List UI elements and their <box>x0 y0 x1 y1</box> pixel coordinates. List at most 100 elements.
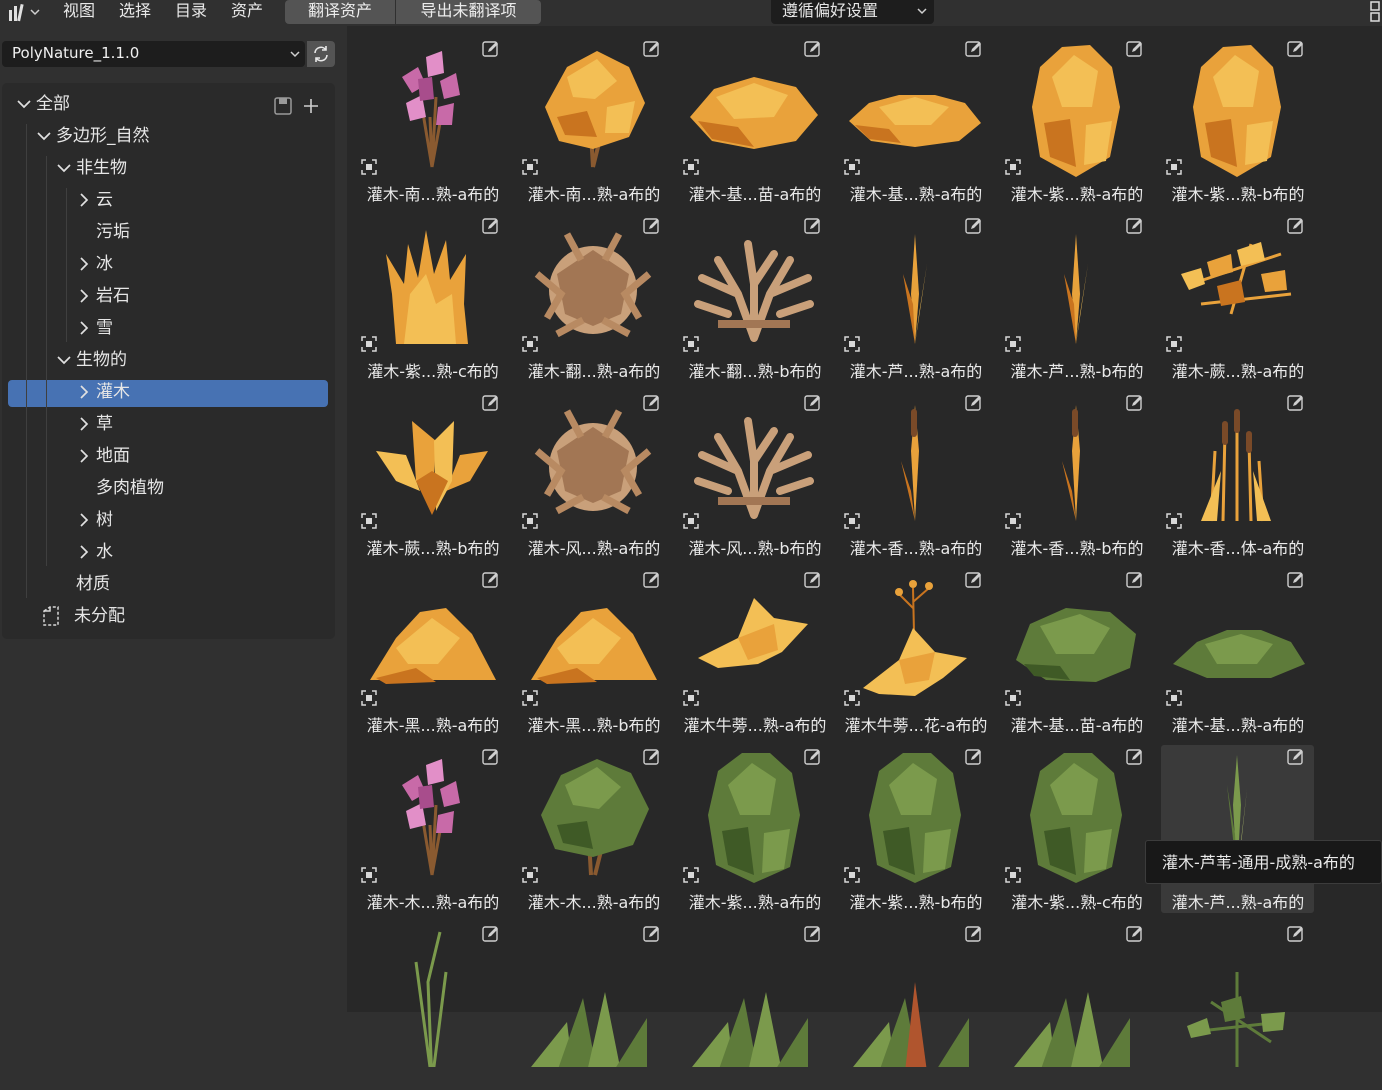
edit-asset-icon[interactable] <box>803 747 823 767</box>
asset-tile[interactable]: 灌木-南...熟-a布的 <box>356 37 509 205</box>
asset-tile[interactable]: 灌木-基...苗-a布的 <box>678 37 831 205</box>
select-asset-icon[interactable] <box>1165 158 1183 176</box>
asset-tile[interactable]: 灌木-紫...熟-c布的 <box>356 214 509 382</box>
tree-item[interactable]: 未分配 <box>36 603 125 629</box>
tree-item[interactable]: 灌木 <box>76 379 130 405</box>
asset-tile[interactable]: 灌木-翻...熟-a布的 <box>517 214 670 382</box>
tree-item[interactable]: 草 <box>76 411 113 437</box>
select-asset-icon[interactable] <box>843 689 861 707</box>
edit-asset-icon[interactable] <box>642 570 662 590</box>
select-asset-icon[interactable] <box>1165 512 1183 530</box>
edit-asset-icon[interactable] <box>1286 747 1306 767</box>
edit-asset-icon[interactable] <box>642 747 662 767</box>
edit-asset-icon[interactable] <box>481 570 501 590</box>
chevron-right-icon[interactable] <box>76 384 92 400</box>
chevron-right-icon[interactable] <box>76 512 92 528</box>
tree-item[interactable]: 材质 <box>56 571 110 597</box>
tree-item[interactable]: 地面 <box>76 443 130 469</box>
asset-tile[interactable] <box>356 922 509 1090</box>
select-asset-icon[interactable] <box>682 512 700 530</box>
edit-asset-icon[interactable] <box>964 39 984 59</box>
select-asset-icon[interactable] <box>682 866 700 884</box>
select-asset-icon[interactable] <box>521 689 539 707</box>
tree-item[interactable]: 非生物 <box>56 155 127 181</box>
edit-asset-icon[interactable] <box>481 393 501 413</box>
asset-tile[interactable]: 灌木-木...熟-a布的 <box>356 745 509 913</box>
edit-asset-icon[interactable] <box>642 216 662 236</box>
asset-tile[interactable]: 灌木-蕨...熟-a布的 <box>1161 214 1314 382</box>
edit-asset-icon[interactable] <box>642 39 662 59</box>
asset-tile[interactable]: 灌木-风...熟-a布的 <box>517 391 670 559</box>
edit-asset-icon[interactable] <box>1125 39 1145 59</box>
chevron-right-icon[interactable] <box>76 288 92 304</box>
edit-asset-icon[interactable] <box>1286 393 1306 413</box>
asset-tile[interactable]: 灌木-紫...熟-b布的 <box>839 745 992 913</box>
select-asset-icon[interactable] <box>521 866 539 884</box>
edit-asset-icon[interactable] <box>1286 924 1306 944</box>
menu-catalog[interactable]: 目录 <box>175 0 207 24</box>
asset-tile[interactable]: 灌木-香...熟-b布的 <box>1000 391 1153 559</box>
edit-asset-icon[interactable] <box>803 39 823 59</box>
select-asset-icon[interactable] <box>1004 335 1022 353</box>
select-asset-icon[interactable] <box>1004 158 1022 176</box>
add-catalog-icon[interactable] <box>301 96 321 116</box>
select-asset-icon[interactable] <box>1004 866 1022 884</box>
asset-tile[interactable]: 灌木-基...熟-a布的 <box>1161 568 1314 736</box>
tree-item[interactable]: 污垢 <box>76 219 130 245</box>
tree-item[interactable]: 多边形_自然 <box>36 123 150 149</box>
edit-asset-icon[interactable] <box>1125 924 1145 944</box>
save-catalog-icon[interactable] <box>273 96 293 116</box>
edit-asset-icon[interactable] <box>481 924 501 944</box>
asset-tile[interactable]: 灌木-芦...熟-a布的 <box>1161 745 1314 913</box>
translate-assets-button[interactable]: 翻译资产 <box>285 0 395 24</box>
chevron-down-icon[interactable] <box>56 160 72 176</box>
asset-tile[interactable]: 灌木牛蒡...熟-a布的 <box>678 568 831 736</box>
asset-tile[interactable]: 灌木-香...体-a布的 <box>1161 391 1314 559</box>
tree-item[interactable]: 冰 <box>76 251 113 277</box>
edit-asset-icon[interactable] <box>964 393 984 413</box>
asset-tile[interactable]: 灌木-芦...熟-a布的 <box>839 214 992 382</box>
asset-tile[interactable] <box>1000 922 1153 1090</box>
edit-asset-icon[interactable] <box>964 570 984 590</box>
select-asset-icon[interactable] <box>1004 512 1022 530</box>
select-asset-icon[interactable] <box>521 335 539 353</box>
edit-asset-icon[interactable] <box>1286 216 1306 236</box>
edit-asset-icon[interactable] <box>803 216 823 236</box>
chevron-right-icon[interactable] <box>76 416 92 432</box>
select-asset-icon[interactable] <box>1004 689 1022 707</box>
chevron-right-icon[interactable] <box>76 256 92 272</box>
refresh-library-button[interactable] <box>307 41 335 67</box>
editor-type-button[interactable] <box>2 0 44 24</box>
edit-asset-icon[interactable] <box>803 393 823 413</box>
library-select[interactable]: PolyNature_1.1.0 <box>2 41 305 67</box>
edit-asset-icon[interactable] <box>1125 570 1145 590</box>
chevron-down-icon[interactable] <box>56 352 72 368</box>
select-asset-icon[interactable] <box>1165 689 1183 707</box>
asset-tile[interactable]: 灌木-木...熟-a布的 <box>517 745 670 913</box>
asset-tile[interactable]: 灌木-芦...熟-b布的 <box>1000 214 1153 382</box>
asset-tile[interactable]: 灌木牛蒡...花-a布的 <box>839 568 992 736</box>
select-asset-icon[interactable] <box>360 335 378 353</box>
chevron-right-icon[interactable] <box>76 320 92 336</box>
tree-item[interactable]: 雪 <box>76 315 113 341</box>
edit-asset-icon[interactable] <box>803 570 823 590</box>
select-asset-icon[interactable] <box>1165 335 1183 353</box>
chevron-right-icon[interactable] <box>76 448 92 464</box>
select-asset-icon[interactable] <box>682 158 700 176</box>
select-asset-icon[interactable] <box>360 158 378 176</box>
asset-tile[interactable]: 灌木-翻...熟-b布的 <box>678 214 831 382</box>
tree-item[interactable]: 生物的 <box>56 347 127 373</box>
export-untranslated-button[interactable]: 导出未翻译项 <box>396 0 541 24</box>
asset-tile[interactable]: 灌木-基...苗-a布的 <box>1000 568 1153 736</box>
menu-view[interactable]: 视图 <box>63 0 95 24</box>
chevron-right-icon[interactable] <box>76 544 92 560</box>
edit-asset-icon[interactable] <box>1286 570 1306 590</box>
select-asset-icon[interactable] <box>360 689 378 707</box>
edit-asset-icon[interactable] <box>803 924 823 944</box>
select-asset-icon[interactable] <box>682 689 700 707</box>
select-asset-icon[interactable] <box>360 866 378 884</box>
asset-tile[interactable]: 灌木-紫...熟-b布的 <box>1161 37 1314 205</box>
select-asset-icon[interactable] <box>843 158 861 176</box>
preference-select[interactable]: 遵循偏好设置 <box>771 0 934 24</box>
menu-assets[interactable]: 资产 <box>231 0 263 24</box>
